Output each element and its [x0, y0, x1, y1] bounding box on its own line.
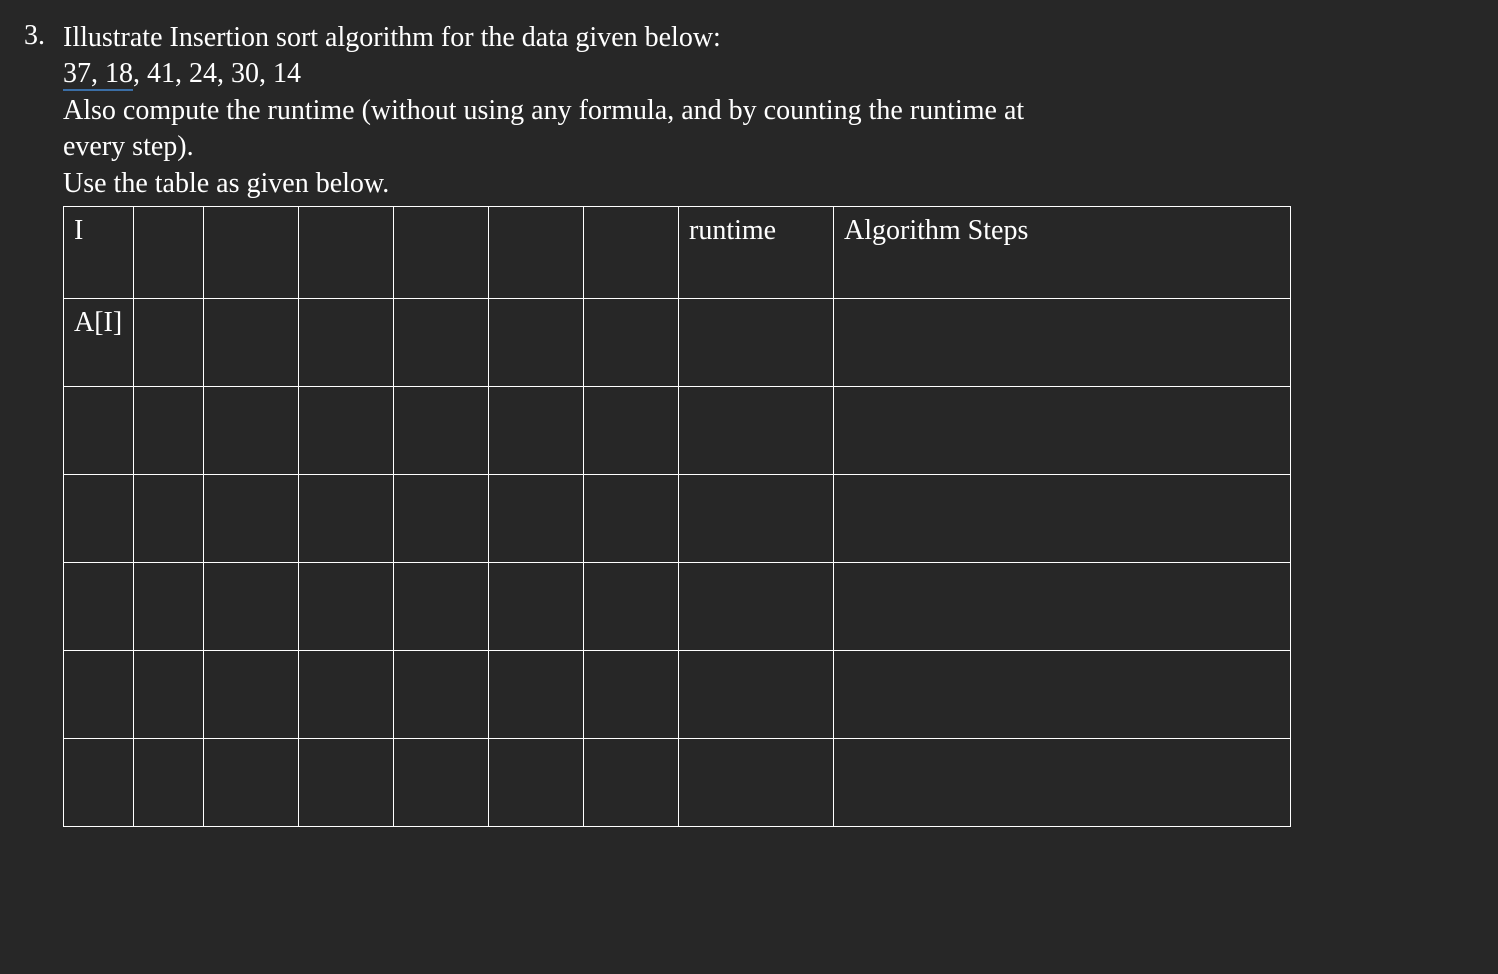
table-cell	[679, 386, 834, 474]
table-cell	[584, 650, 679, 738]
table-cell	[834, 386, 1291, 474]
table-cell	[394, 474, 489, 562]
table-cell	[489, 386, 584, 474]
table-cell	[679, 298, 834, 386]
table-cell	[489, 474, 584, 562]
table-cell	[299, 386, 394, 474]
table-cell	[299, 298, 394, 386]
table-cell	[489, 562, 584, 650]
header-cell	[394, 206, 489, 298]
header-cell-runtime: runtime	[679, 206, 834, 298]
table-cell	[299, 474, 394, 562]
table-cell	[584, 738, 679, 826]
table-row	[64, 562, 1291, 650]
table-cell	[204, 562, 299, 650]
data-underlined: 37, 18	[63, 58, 133, 91]
table-cell	[834, 562, 1291, 650]
header-cell	[489, 206, 584, 298]
table-cell	[134, 474, 204, 562]
question-line-1: Illustrate Insertion sort algorithm for …	[63, 20, 1458, 56]
algorithm-table: I runtime Algorithm Steps A[I]	[63, 206, 1291, 827]
table-cell	[394, 386, 489, 474]
table-cell	[204, 474, 299, 562]
table-cell	[489, 650, 584, 738]
table-cell	[204, 386, 299, 474]
header-cell	[204, 206, 299, 298]
table-cell	[134, 562, 204, 650]
question-container: 3. Illustrate Insertion sort algorithm f…	[0, 20, 1498, 827]
table-cell	[584, 474, 679, 562]
table-cell	[64, 474, 134, 562]
table-cell	[679, 562, 834, 650]
table-cell	[394, 650, 489, 738]
table-cell	[134, 298, 204, 386]
header-cell-i: I	[64, 206, 134, 298]
table-cell	[489, 738, 584, 826]
table-cell	[299, 738, 394, 826]
table-cell	[679, 474, 834, 562]
table-cell	[64, 386, 134, 474]
table-cell	[134, 738, 204, 826]
header-cell-algorithm: Algorithm Steps	[834, 206, 1291, 298]
table-cell	[394, 562, 489, 650]
table-cell	[679, 650, 834, 738]
question-line-4: every step).	[63, 129, 1458, 165]
table-cell	[584, 386, 679, 474]
table-row	[64, 386, 1291, 474]
table-cell	[64, 650, 134, 738]
header-cell	[134, 206, 204, 298]
table-cell	[394, 298, 489, 386]
header-cell	[299, 206, 394, 298]
table-cell	[204, 298, 299, 386]
table-cell	[64, 738, 134, 826]
question-content: Illustrate Insertion sort algorithm for …	[63, 20, 1498, 827]
table-row	[64, 738, 1291, 826]
table-row: I runtime Algorithm Steps	[64, 206, 1291, 298]
table-cell	[834, 298, 1291, 386]
table-cell	[679, 738, 834, 826]
table-cell	[584, 562, 679, 650]
data-rest: , 41, 24, 30, 14	[133, 58, 301, 89]
table-cell	[204, 650, 299, 738]
table-row	[64, 650, 1291, 738]
question-line-5: Use the table as given below.	[63, 166, 1458, 202]
table-cell	[584, 298, 679, 386]
question-data-line: 37, 18, 41, 24, 30, 14	[63, 56, 1458, 92]
table-cell	[204, 738, 299, 826]
table-cell	[394, 738, 489, 826]
table-cell	[834, 650, 1291, 738]
table-container: I runtime Algorithm Steps A[I]	[63, 206, 1458, 827]
table-cell	[134, 650, 204, 738]
table-cell	[64, 562, 134, 650]
table-cell	[834, 738, 1291, 826]
table-cell	[299, 562, 394, 650]
cell-ai: A[I]	[64, 298, 134, 386]
table-cell	[134, 386, 204, 474]
table-cell	[834, 474, 1291, 562]
header-cell	[584, 206, 679, 298]
number-label: 3.	[24, 20, 45, 51]
table-row	[64, 474, 1291, 562]
question-line-3: Also compute the runtime (without using …	[63, 93, 1458, 129]
table-row: A[I]	[64, 298, 1291, 386]
table-cell	[299, 650, 394, 738]
question-number: 3.	[8, 20, 63, 827]
table-cell	[489, 298, 584, 386]
